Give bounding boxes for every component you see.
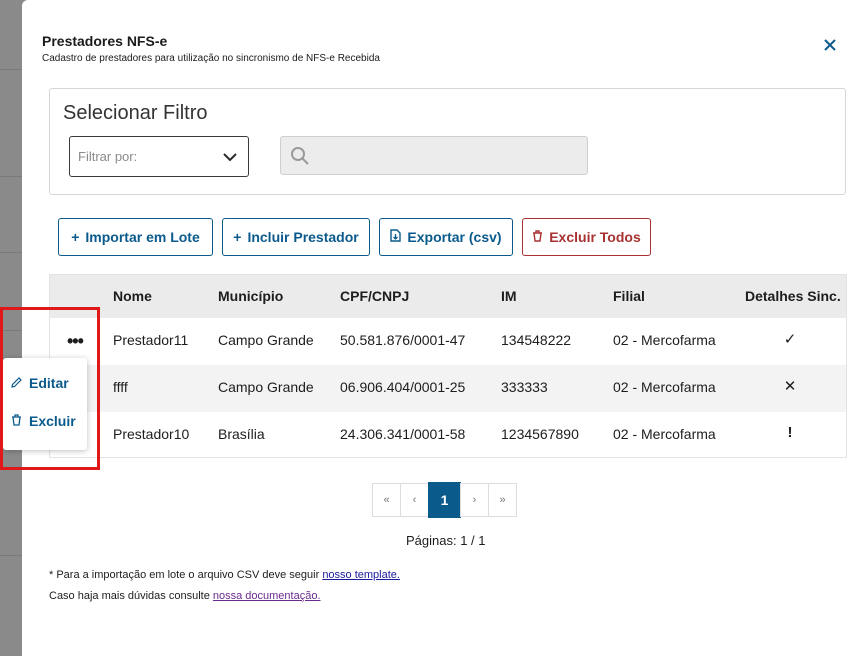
filter-select-placeholder: Filtrar por: [78, 149, 138, 164]
table-row[interactable]: ••• Prestador11 Campo Grande 50.581.876/… [50, 318, 846, 365]
import-batch-button[interactable]: + Importar em Lote [58, 218, 213, 256]
add-provider-label: Incluir Prestador [247, 229, 359, 245]
exclamation-icon: ! [787, 424, 793, 441]
pages-count: Páginas: 1 / 1 [406, 533, 486, 548]
import-batch-label: Importar em Lote [85, 229, 200, 245]
cell-municipio: Campo Grande [218, 332, 314, 348]
plus-icon: + [233, 229, 242, 245]
search-input[interactable] [280, 136, 588, 175]
cell-im: 1234567890 [501, 426, 579, 442]
cell-im: 333333 [501, 379, 548, 395]
file-download-icon [390, 229, 402, 245]
page-prev-button[interactable]: ‹ [400, 483, 429, 517]
cell-nome: ffff [113, 379, 128, 395]
cell-nome: Prestador11 [113, 332, 189, 348]
delete-all-button[interactable]: Excluir Todos [522, 218, 651, 256]
cell-municipio: Brasília [218, 426, 265, 442]
cell-nome: Prestador10 [113, 426, 190, 442]
table-row[interactable]: ffff Campo Grande 06.906.404/0001-25 333… [50, 365, 846, 412]
chevron-down-icon [222, 149, 238, 170]
table-header: Nome Município CPF/CNPJ IM Filial Detalh… [50, 275, 846, 318]
plus-icon: + [71, 229, 80, 245]
x-icon: ✕ [783, 378, 797, 395]
filter-title: Selecionar Filtro [63, 102, 208, 124]
prestadores-modal: Prestadores NFS-e Cadastro de prestadore… [22, 0, 854, 656]
header-cpf-cnpj: CPF/CNPJ [340, 288, 410, 304]
cell-municipio: Campo Grande [218, 379, 314, 395]
header-municipio: Município [218, 288, 284, 304]
doc-note-text: Caso haja mais dúvidas consulte [49, 590, 213, 602]
documentation-link[interactable]: nossa documentação. [213, 590, 321, 602]
providers-table: Nome Município CPF/CNPJ IM Filial Detalh… [49, 274, 847, 458]
header-filial: Filial [613, 288, 645, 304]
search-icon [290, 146, 310, 171]
page-first-button[interactable]: « [372, 483, 401, 517]
add-provider-button[interactable]: + Incluir Prestador [222, 218, 370, 256]
cell-cnpj: 06.906.404/0001-25 [340, 379, 466, 395]
delete-all-label: Excluir Todos [549, 229, 641, 245]
cell-filial: 02 - Mercofarma [613, 379, 716, 395]
pagination: « ‹ 1 › » [372, 482, 517, 518]
cell-cnpj: 24.306.341/0001-58 [340, 426, 466, 442]
export-csv-label: Exportar (csv) [407, 229, 502, 245]
csv-note-text: * Para a importação em lote o arquivo CS… [49, 569, 323, 581]
header-detalhes-sinc: Detalhes Sinc. [745, 288, 841, 304]
header-nome: Nome [113, 288, 152, 304]
cell-cnpj: 50.581.876/0001-47 [340, 332, 466, 348]
close-icon[interactable] [822, 37, 838, 53]
cell-im: 134548222 [501, 332, 572, 348]
filter-panel: Selecionar Filtro Filtrar por: [49, 88, 846, 195]
page-current-button[interactable]: 1 [428, 482, 461, 518]
header-im: IM [501, 288, 517, 304]
page-last-button[interactable]: » [488, 483, 517, 517]
cell-filial: 02 - Mercofarma [613, 332, 716, 348]
template-link[interactable]: nosso template. [322, 569, 400, 581]
page-next-button[interactable]: › [460, 483, 489, 517]
table-row[interactable]: Prestador10 Brasília 24.306.341/0001-58 … [50, 412, 846, 459]
doc-note: Caso haja mais dúvidas consulte nossa do… [49, 590, 321, 602]
cell-filial: 02 - Mercofarma [613, 426, 716, 442]
highlight-box [0, 307, 100, 470]
check-icon: ✓ [783, 331, 797, 348]
modal-subtitle: Cadastro de prestadores para utilização … [42, 53, 380, 64]
trash-icon [532, 229, 543, 245]
modal-title: Prestadores NFS-e [42, 33, 168, 49]
csv-note: * Para a importação em lote o arquivo CS… [49, 569, 400, 581]
export-csv-button[interactable]: Exportar (csv) [379, 218, 513, 256]
filter-select[interactable]: Filtrar por: [69, 136, 249, 177]
